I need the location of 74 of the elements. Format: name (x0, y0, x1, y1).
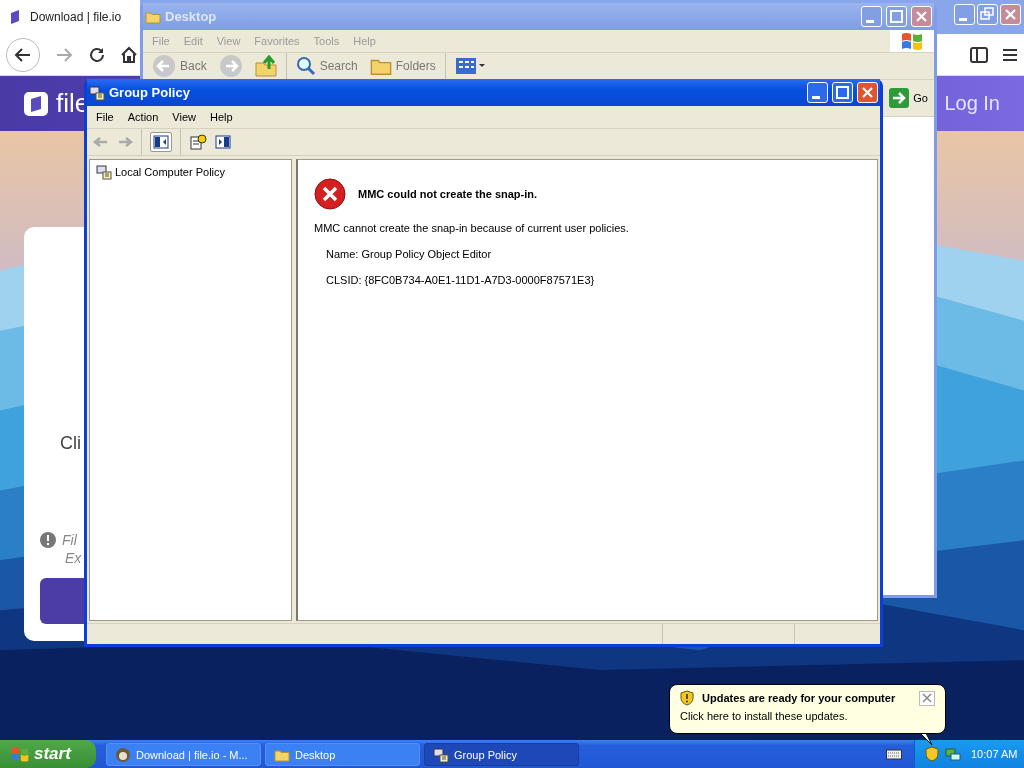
policy-icon (96, 164, 112, 180)
card-heading: Cli (59, 433, 82, 454)
menu-item[interactable]: View (165, 111, 203, 123)
action-pane-icon[interactable] (215, 135, 231, 149)
login-link[interactable]: Log In (944, 92, 1000, 115)
search-button[interactable]: Search (292, 56, 361, 76)
app-icon (115, 746, 131, 763)
reload-icon[interactable] (88, 45, 106, 64)
note-text: Ex (64, 550, 82, 566)
minimize-button[interactable] (954, 4, 975, 25)
minimize-button[interactable] (807, 82, 828, 103)
maximize-icon (887, 7, 906, 26)
sidebar-icon[interactable] (970, 46, 988, 63)
tree-toggle-button[interactable] (150, 132, 172, 152)
minimize-button[interactable] (861, 6, 882, 27)
back-button[interactable]: Back (149, 54, 210, 78)
policy-icon (433, 746, 449, 763)
restore-button[interactable] (977, 4, 998, 25)
maximize-icon (833, 83, 852, 102)
shield-icon (680, 690, 694, 706)
menu-item[interactable]: File (89, 111, 121, 123)
tree-item[interactable]: Local Computer Policy (94, 163, 287, 181)
views-icon (454, 56, 485, 76)
menu-item[interactable]: Edit (176, 35, 210, 47)
keyboard-icon[interactable] (886, 748, 902, 760)
error-detail: Name: Group Policy Object Editor (325, 248, 493, 260)
menu-item[interactable]: Favorites (247, 35, 307, 47)
close-icon (922, 693, 932, 703)
window-title: Group Policy (109, 85, 191, 100)
notification-balloon[interactable]: Updates are ready for your computer Click here to install these updates. (669, 684, 946, 734)
menu-item[interactable]: Help (202, 111, 240, 123)
minimize-icon (865, 20, 874, 23)
balloon-title: Updates are ready for your computer (702, 692, 897, 704)
error-detail: CLSID: {8FC0B734-A0E1-11D1-A7D3-0000F87571E3} (325, 274, 596, 286)
menu-item[interactable]: File (145, 35, 177, 47)
taskbar-button[interactable]: Desktop (265, 743, 420, 766)
menu-item[interactable]: View (209, 35, 248, 47)
windows-flag-icon (890, 30, 934, 52)
info-icon (40, 532, 56, 548)
app-logo-icon (10, 10, 22, 24)
window-title: Desktop (165, 9, 218, 24)
close-button[interactable] (919, 690, 935, 706)
minimize-icon (958, 18, 967, 21)
menu-item[interactable]: Tools (306, 35, 347, 47)
home-icon[interactable] (120, 45, 138, 64)
error-message: MMC cannot create the snap-in because of current user policies. (314, 222, 630, 234)
error-icon (314, 178, 346, 210)
menu-icon[interactable] (1002, 47, 1018, 62)
menu-item[interactable]: Action (120, 111, 166, 123)
taskbar-button[interactable]: Group Policy (424, 743, 579, 766)
network-icon[interactable] (945, 746, 961, 762)
balloon-text: Click here to install these updates. (680, 710, 849, 722)
minimize-icon (811, 96, 820, 99)
note-text: Fil (62, 532, 78, 548)
clock: 10:07 AM (971, 748, 1018, 760)
help-icon[interactable] (189, 133, 207, 151)
error-heading: MMC could not create the snap-in. (358, 188, 538, 200)
magnifier-icon (295, 56, 316, 76)
folder-up-icon (254, 55, 277, 77)
start-button[interactable]: start (0, 740, 96, 768)
logo-icon (24, 91, 48, 116)
folders-button[interactable]: Folders (366, 55, 439, 77)
maximize-button[interactable] (886, 6, 907, 27)
arrow-right-icon (889, 88, 910, 108)
shield-icon[interactable] (925, 746, 939, 762)
browser-tab[interactable]: Download | file.io (0, 0, 140, 34)
menu-item[interactable]: Help (346, 35, 383, 47)
back-button[interactable] (6, 37, 40, 72)
taskbar-button[interactable]: Download | file.io - M... (106, 743, 261, 766)
go-button[interactable]: Go (889, 88, 928, 108)
maximize-button[interactable] (832, 82, 853, 103)
policy-icon (89, 84, 105, 101)
panes-icon (153, 135, 169, 149)
windows-flag-icon (10, 745, 30, 763)
